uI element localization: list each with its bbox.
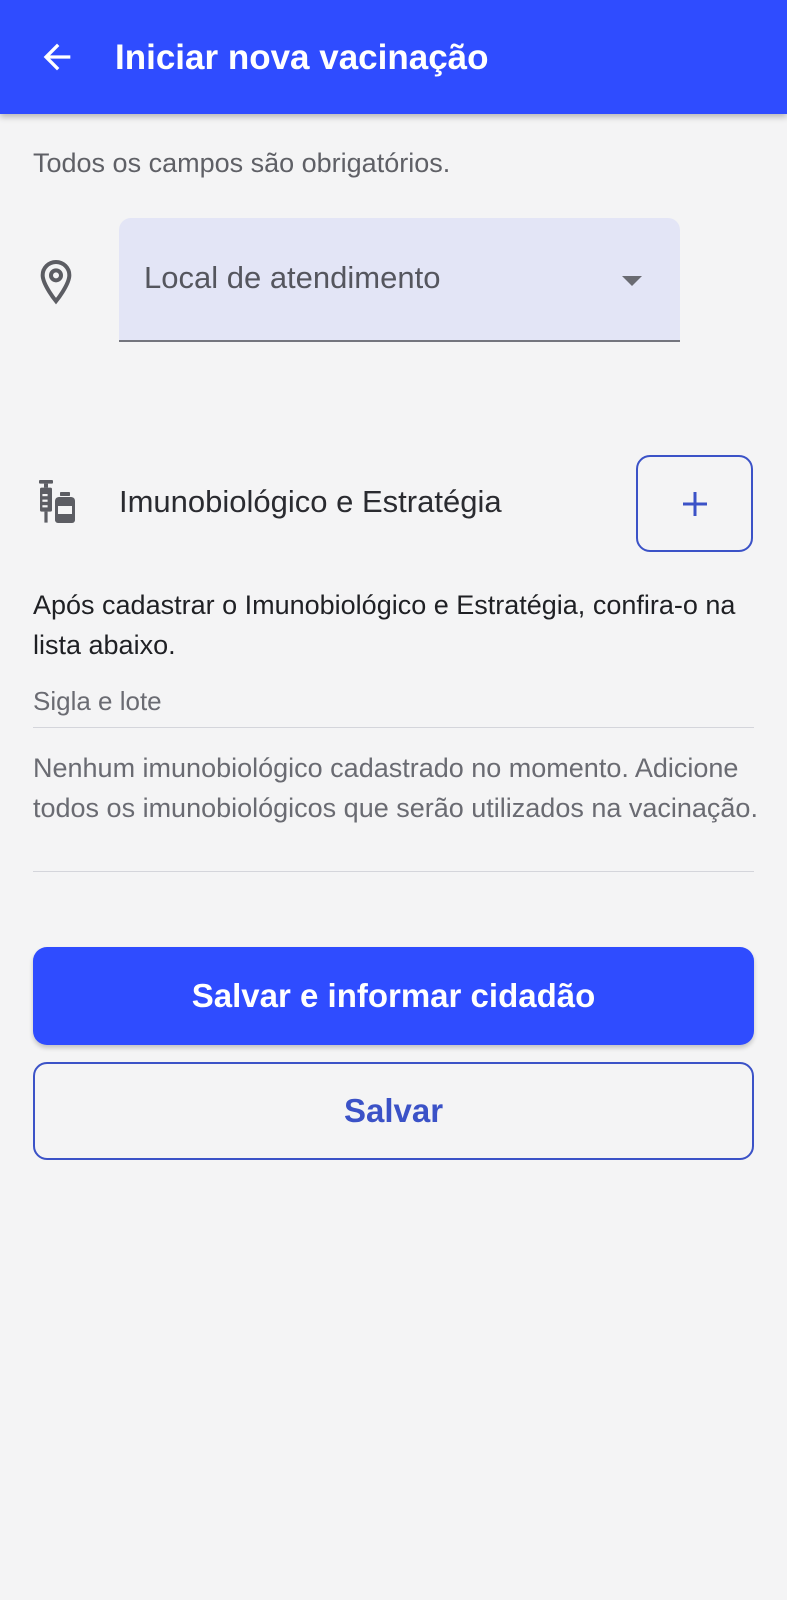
list-header: Sigla e lote xyxy=(33,686,162,716)
immuno-section-title: Imunobiológico e Estratégia xyxy=(119,484,502,519)
back-button[interactable] xyxy=(34,34,80,80)
caret-down-icon xyxy=(622,276,642,286)
save-and-inform-button[interactable]: Salvar e informar cidadão xyxy=(33,947,754,1045)
app-bar: Iniciar nova vacinação xyxy=(0,0,787,114)
vaccine-icon xyxy=(39,480,75,523)
divider xyxy=(33,871,754,872)
divider xyxy=(33,727,754,728)
map-pin-icon xyxy=(40,259,72,305)
save-button[interactable]: Salvar xyxy=(33,1062,754,1160)
location-select-label: Local de atendimento xyxy=(144,260,441,295)
location-select[interactable]: Local de atendimento xyxy=(119,218,680,342)
page-title: Iniciar nova vacinação xyxy=(115,38,489,77)
empty-list-message: Nenhum imunobiológico cadastrado no mome… xyxy=(33,753,758,823)
plus-icon xyxy=(682,491,707,516)
arrow-left-icon xyxy=(43,43,71,71)
immuno-info-text: Após cadastrar o Imunobiológico e Estrat… xyxy=(33,590,736,660)
required-fields-note: Todos os campos são obrigatórios. xyxy=(33,148,451,178)
add-immuno-button[interactable] xyxy=(636,455,753,552)
